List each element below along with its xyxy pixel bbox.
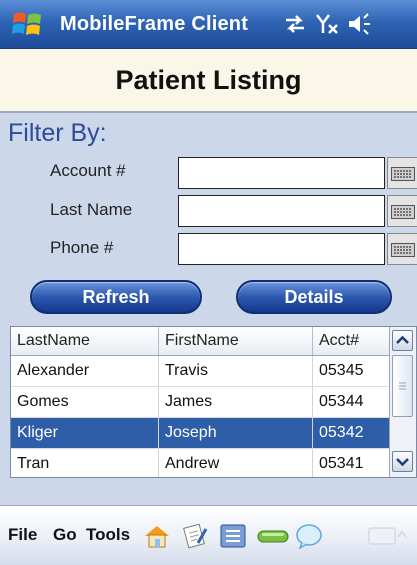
keyboard-icon (391, 205, 415, 219)
page-title: Patient Listing (115, 65, 302, 95)
app-title: MobileFrame Client (60, 13, 249, 35)
list-icon[interactable] (218, 523, 248, 549)
menu-tools[interactable]: Tools (86, 506, 130, 564)
title-bar: MobileFrame Client (0, 0, 417, 49)
column-header-acct[interactable]: Acct# (313, 327, 391, 355)
table-row[interactable]: Gomes James 05344 (11, 387, 391, 418)
keyboard-button-account[interactable] (387, 157, 417, 189)
grip-icon (399, 382, 406, 390)
sync-arrows-icon[interactable] (282, 12, 308, 36)
chat-bubble-icon[interactable] (294, 523, 324, 549)
table-row[interactable]: Tran Andrew 05341 (11, 449, 391, 477)
main-panel: Filter By: Account # Last Name Phone # R… (0, 113, 417, 505)
cell-acct: 05344 (313, 387, 391, 417)
column-header-firstname[interactable]: FirstName (159, 327, 313, 355)
scroll-thumb[interactable] (392, 355, 413, 417)
cell-lastname: Gomes (11, 387, 159, 417)
chevron-up-icon (396, 335, 409, 344)
table-row[interactable]: Alexander Travis 05345 (11, 356, 391, 387)
keyboard-button-phone[interactable] (387, 233, 417, 265)
cell-lastname: Tran (11, 449, 159, 477)
patient-grid[interactable]: LastName FirstName Acct# Alexander Travi… (10, 326, 417, 478)
keyboard-icon[interactable] (368, 525, 408, 547)
scroll-up-button[interactable] (392, 330, 413, 351)
battery-icon[interactable] (256, 523, 290, 549)
page-header: Patient Listing (0, 49, 417, 113)
cell-firstname: Travis (159, 356, 313, 386)
refresh-button[interactable]: Refresh (30, 280, 202, 314)
cell-firstname: James (159, 387, 313, 417)
account-number-label: Account # (50, 161, 126, 180)
grid-scrollbar[interactable] (389, 327, 416, 477)
menu-file[interactable]: File (8, 506, 37, 564)
details-button[interactable]: Details (236, 280, 392, 314)
cell-acct: 05345 (313, 356, 391, 386)
notes-icon[interactable] (180, 523, 210, 549)
grid-header: LastName FirstName Acct# (11, 327, 391, 356)
cell-lastname: Alexander (11, 356, 159, 386)
menu-go[interactable]: Go (53, 506, 77, 564)
home-icon[interactable] (142, 523, 172, 549)
no-signal-icon[interactable] (314, 12, 340, 36)
cell-firstname: Joseph (159, 418, 313, 448)
scroll-down-button[interactable] (392, 451, 413, 472)
menu-bar: File Go Tools (0, 505, 417, 565)
cell-acct: 05341 (313, 449, 391, 477)
cell-lastname: Kliger (11, 418, 159, 448)
column-header-lastname[interactable]: LastName (11, 327, 159, 355)
account-number-input[interactable] (178, 157, 385, 189)
phone-number-input[interactable] (178, 233, 385, 265)
cell-acct: 05342 (313, 418, 391, 448)
last-name-input[interactable] (178, 195, 385, 227)
speaker-icon[interactable] (346, 12, 372, 36)
last-name-label: Last Name (50, 200, 133, 219)
cell-firstname: Andrew (159, 449, 313, 477)
keyboard-icon (391, 167, 415, 181)
table-row-selected[interactable]: Kliger Joseph 05342 (11, 418, 391, 449)
keyboard-icon (391, 243, 415, 257)
windows-start-icon[interactable] (10, 8, 46, 40)
filter-heading: Filter By: (8, 119, 107, 147)
phone-number-label: Phone # (50, 238, 114, 257)
keyboard-button-last-name[interactable] (387, 195, 417, 227)
chevron-down-icon (396, 458, 409, 467)
